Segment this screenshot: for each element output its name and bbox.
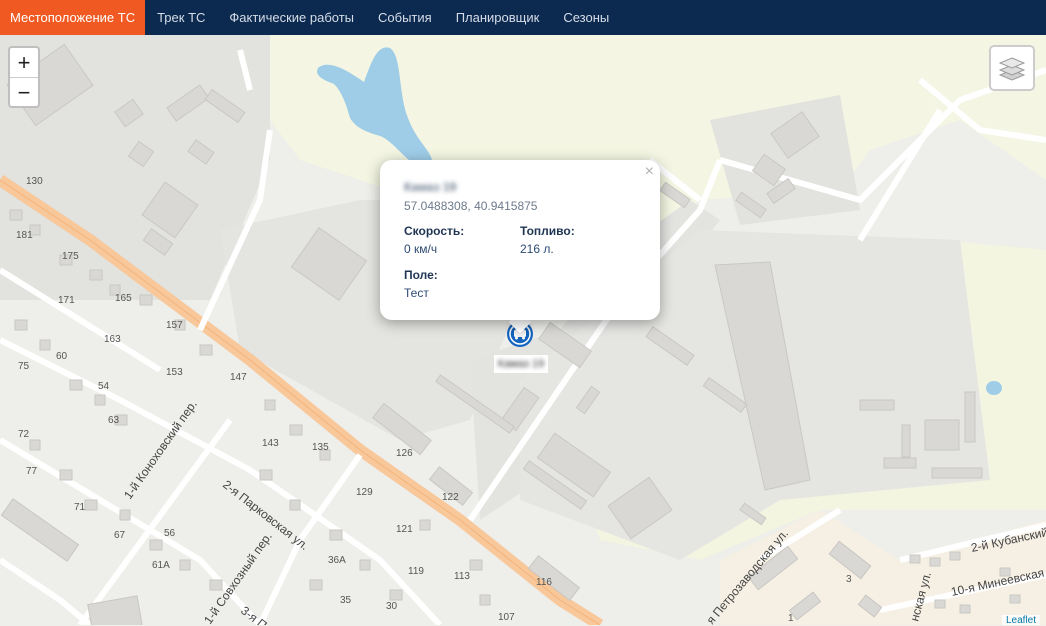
svg-text:30: 30: [386, 601, 398, 612]
svg-text:121: 121: [396, 524, 413, 535]
svg-text:72: 72: [18, 429, 30, 440]
svg-text:116: 116: [536, 577, 552, 588]
vehicle-marker-label: Камаз 19: [494, 355, 548, 373]
svg-text:171: 171: [58, 295, 75, 306]
svg-text:130: 130: [26, 176, 43, 187]
svg-text:147: 147: [230, 372, 247, 383]
speed-label: Скорость:: [404, 224, 465, 238]
tab-vehicle-location[interactable]: Местоположение ТС: [0, 0, 146, 35]
svg-text:75: 75: [18, 361, 30, 372]
speed-value: 0 км/ч: [404, 242, 438, 256]
popup-close-button[interactable]: ×: [645, 163, 654, 181]
svg-text:181: 181: [16, 230, 33, 241]
svg-text:1: 1: [788, 613, 794, 624]
svg-text:54: 54: [98, 381, 110, 392]
svg-text:67: 67: [114, 530, 126, 541]
svg-text:119: 119: [408, 566, 424, 577]
zoom-in-button[interactable]: +: [10, 48, 38, 78]
svg-text:129: 129: [356, 487, 373, 498]
svg-text:135: 135: [312, 442, 329, 453]
svg-text:163: 163: [104, 334, 121, 345]
leaflet-attribution-link[interactable]: Leaflet: [1002, 615, 1041, 626]
svg-text:122: 122: [442, 492, 459, 503]
vehicle-popup: × Камаз 19 57.0488308, 40.9415875 Скорос…: [380, 160, 660, 320]
svg-text:3: 3: [846, 574, 852, 585]
svg-text:126: 126: [396, 448, 413, 459]
fuel-label: Топливо:: [520, 224, 575, 238]
zoom-control: + −: [8, 46, 40, 108]
top-nav: Местоположение ТС Трек ТС Фактические ра…: [0, 0, 1046, 35]
svg-text:153: 153: [166, 367, 183, 378]
svg-text:36А: 36А: [328, 555, 346, 566]
popup-coordinates: 57.0488308, 40.9415875: [404, 199, 538, 213]
fuel-value: 216 л.: [520, 242, 554, 256]
svg-text:77: 77: [26, 466, 38, 477]
layers-icon: [998, 57, 1026, 81]
tab-seasons[interactable]: Сезоны: [551, 0, 621, 35]
field-value: Тест: [404, 286, 429, 300]
svg-text:61А: 61А: [152, 560, 170, 571]
svg-text:175: 175: [62, 251, 79, 262]
svg-text:165: 165: [115, 293, 132, 304]
zoom-out-button[interactable]: −: [10, 78, 38, 107]
popup-vehicle-name: Камаз 19: [404, 180, 457, 194]
svg-text:107: 107: [498, 612, 515, 623]
tab-actual-works[interactable]: Фактические работы: [217, 0, 366, 35]
svg-text:143: 143: [262, 438, 279, 449]
tab-events[interactable]: События: [366, 0, 444, 35]
tab-planner[interactable]: Планировщик: [444, 0, 552, 35]
svg-text:35: 35: [340, 595, 352, 606]
svg-text:71: 71: [74, 502, 86, 513]
svg-text:63: 63: [108, 415, 120, 426]
field-label: Поле:: [404, 268, 438, 282]
svg-text:157: 157: [166, 320, 183, 331]
layers-button[interactable]: [989, 45, 1035, 91]
tab-vehicle-track[interactable]: Трек ТС: [145, 0, 217, 35]
svg-text:60: 60: [56, 351, 68, 362]
svg-text:113: 113: [454, 571, 470, 582]
svg-text:56: 56: [164, 528, 176, 539]
